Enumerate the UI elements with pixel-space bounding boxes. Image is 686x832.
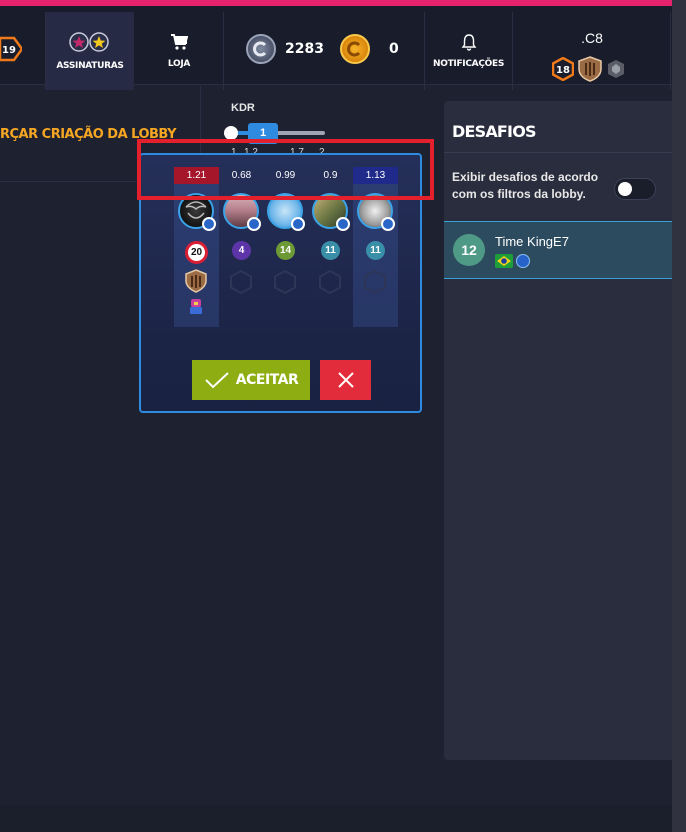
player-level: 4 <box>232 241 251 260</box>
nav-notifications[interactable]: NOTIFICAÇÕES <box>425 12 512 90</box>
check-icon <box>205 372 229 389</box>
medal-icon <box>608 60 624 78</box>
filter-toggle-label: Exibir desafios de acordo com os filtros… <box>452 170 599 201</box>
nav-notifications-label: NOTIFICAÇÕES <box>432 59 505 69</box>
player-level-text: 19 <box>2 45 16 56</box>
svg-text:18: 18 <box>556 65 570 76</box>
highlight-annotation-box <box>137 139 434 200</box>
challenges-title: DESAFIOS <box>452 122 537 141</box>
toggle-knob <box>618 182 632 196</box>
nav-store-label: LOJA <box>167 59 191 69</box>
challenges-panel: DESAFIOS Exibir desafios de acordo com o… <box>444 101 672 760</box>
currency-display: 2283 0 <box>246 34 399 64</box>
scrollbar-thumb[interactable] <box>672 0 686 832</box>
brazil-flag-icon <box>495 254 513 268</box>
profile-name: .C8 <box>581 30 603 46</box>
subscriptions-icon <box>69 32 109 52</box>
top-bar: 19 ASSINATURAS LOJA 2283 0 NOTIFICAÇÕES … <box>0 0 686 90</box>
trophy-icon <box>190 299 202 314</box>
gold-amount: 0 <box>388 41 399 57</box>
gold-coin-icon <box>339 34 370 64</box>
rank-shield-icon <box>185 269 207 293</box>
subscriber-badge-icon <box>381 217 395 231</box>
filter-toggle[interactable] <box>614 178 656 200</box>
close-icon <box>337 372 354 388</box>
player-level: 14 <box>276 241 295 260</box>
team-name: Time KingE7 <box>495 234 569 249</box>
empty-rank-slot <box>274 270 296 294</box>
silver-amount: 2283 <box>285 41 324 57</box>
rank-shield-icon <box>578 56 602 82</box>
nav-store[interactable]: LOJA <box>135 12 223 90</box>
kdr-slider-handle[interactable] <box>224 126 238 140</box>
accept-button-label: ACEITAR <box>235 372 299 388</box>
bottom-bar <box>0 805 672 832</box>
player-level-badge[interactable]: 19 <box>0 36 22 62</box>
subscriber-badge-icon <box>336 217 350 231</box>
nav-subscriptions[interactable]: ASSINATURAS <box>46 12 134 90</box>
team-level: 12 <box>453 234 485 266</box>
player-level: 11 <box>321 241 340 260</box>
subscriber-badge-icon <box>202 217 216 231</box>
empty-rank-slot <box>364 270 386 294</box>
reject-button[interactable] <box>320 360 371 400</box>
subscriber-badge-icon <box>291 217 305 231</box>
player-level: 11 <box>366 241 385 260</box>
subscriber-badge-icon <box>247 217 261 231</box>
nav-subscriptions-label: ASSINATURAS <box>56 61 124 71</box>
player-level: 20 <box>185 241 208 264</box>
kdr-label: KDR <box>231 102 255 114</box>
divider <box>444 152 672 153</box>
challenge-team-card[interactable]: 12 Time KingE7 <box>444 221 672 279</box>
team-badge-icon <box>516 254 530 268</box>
cart-icon <box>171 34 188 50</box>
profile-menu[interactable]: .C8 18 <box>513 12 671 90</box>
silver-coin-icon <box>246 34 276 64</box>
divider <box>223 12 224 90</box>
divider <box>670 12 671 90</box>
bell-icon <box>461 34 476 51</box>
profile-level-badge: 18 <box>552 57 574 81</box>
accept-button[interactable]: ACEITAR <box>192 360 310 400</box>
empty-rank-slot <box>230 270 252 294</box>
empty-rank-slot <box>319 270 341 294</box>
